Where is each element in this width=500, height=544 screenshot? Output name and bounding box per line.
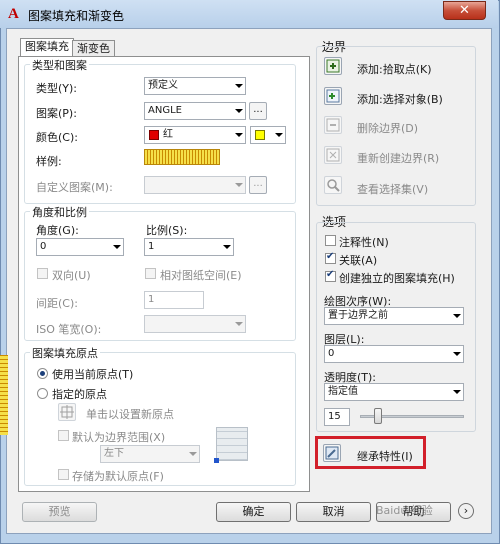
- double-checkbox[interactable]: [37, 268, 48, 279]
- set-origin-button[interactable]: [58, 403, 76, 421]
- recreate-boundary-icon: [326, 148, 340, 162]
- separate-hatch-checkbox[interactable]: [325, 269, 336, 282]
- chevron-down-icon: [113, 245, 121, 249]
- default-extent-label: 默认为边界范围(X): [72, 431, 166, 444]
- ok-button[interactable]: 确定: [216, 502, 291, 522]
- watermark: Baidu 经验: [376, 504, 433, 517]
- pattern-select[interactable]: ANGLE: [144, 102, 246, 120]
- pick-point-icon: [326, 59, 340, 73]
- cancel-button[interactable]: 取消: [296, 502, 371, 522]
- iso-pen-label: ISO 笔宽(O):: [36, 323, 102, 336]
- highlight-box: [315, 436, 426, 469]
- tab-gradient[interactable]: 渐变色: [72, 40, 115, 57]
- red-swatch-icon: [149, 130, 159, 140]
- type-label: 类型(Y):: [36, 82, 78, 95]
- chevron-down-icon: [223, 245, 231, 249]
- click-set-origin-label: 单击以设置新原点: [86, 408, 174, 421]
- iso-pen-select[interactable]: [144, 315, 246, 333]
- custom-pattern-label: 自定义图案(M):: [36, 181, 113, 194]
- magnifier-icon: [327, 179, 340, 192]
- crosshair-icon: [60, 405, 74, 419]
- annotative-checkbox[interactable]: [325, 235, 336, 246]
- type-select[interactable]: 预定义: [144, 77, 246, 95]
- pattern-label: 图案(P):: [36, 107, 77, 120]
- pattern-sample-swatch[interactable]: [144, 149, 220, 165]
- angle-select[interactable]: 0: [36, 238, 124, 256]
- specified-origin-radio[interactable]: [37, 388, 48, 399]
- use-current-origin-radio[interactable]: [37, 368, 48, 379]
- background-color-select[interactable]: [250, 126, 286, 144]
- recreate-boundary-label[interactable]: 重新创建边界(R): [357, 150, 439, 166]
- scale-select[interactable]: 1: [144, 238, 234, 256]
- custom-browse-button[interactable]: ...: [249, 176, 267, 194]
- background-hatch-strip: [0, 355, 8, 435]
- chevron-down-icon: [235, 322, 243, 326]
- scale-label: 比例(S):: [146, 224, 188, 237]
- type-pattern-title: 类型和图案: [30, 57, 89, 73]
- chevron-down-icon: [235, 133, 243, 137]
- angle-label: 角度(G):: [36, 224, 79, 237]
- select-objects-icon: [326, 89, 340, 103]
- color-label: 颜色(C):: [36, 131, 78, 144]
- default-extent-checkbox[interactable]: [58, 430, 69, 441]
- chevron-down-icon: [189, 452, 197, 456]
- chevron-down-icon: [453, 352, 461, 356]
- yellow-swatch-icon: [255, 130, 265, 140]
- store-default-label: 存储为默认原点(F): [72, 470, 164, 483]
- separate-hatch-label: 创建独立的图案填充(H): [339, 272, 455, 285]
- add-select-objects-label[interactable]: 添加:选择对象(B): [357, 91, 443, 107]
- chevron-down-icon: [235, 109, 243, 113]
- annotative-label: 注释性(N): [339, 236, 389, 249]
- title-bar[interactable]: A 图案填充和渐变色 ✕: [0, 0, 498, 28]
- remove-boundary-label[interactable]: 删除边界(D): [357, 120, 418, 136]
- transparency-value-input[interactable]: 15: [324, 408, 350, 426]
- view-selection-button[interactable]: [324, 176, 342, 194]
- pattern-browse-button[interactable]: ...: [249, 102, 267, 120]
- autocad-logo-icon: A: [8, 6, 19, 22]
- chevron-down-icon: [235, 84, 243, 88]
- transparency-select[interactable]: 指定值: [324, 383, 464, 401]
- relative-paper-label: 相对图纸空间(E): [160, 269, 242, 282]
- expand-more-options-button[interactable]: ›: [458, 503, 474, 519]
- sample-label: 样例:: [36, 155, 62, 168]
- chevron-down-icon: [235, 183, 243, 187]
- origin-marker-icon: [214, 458, 219, 463]
- color-select[interactable]: 红: [144, 126, 246, 144]
- chevron-down-icon: [275, 133, 283, 137]
- specified-origin-label: 指定的原点: [52, 388, 107, 401]
- relative-paper-checkbox[interactable]: [145, 268, 156, 279]
- view-selection-label[interactable]: 查看选择集(V): [357, 181, 428, 197]
- layer-select[interactable]: 0: [324, 345, 464, 363]
- origin-title: 图案填充原点: [30, 345, 100, 361]
- spacing-input[interactable]: 1: [144, 291, 204, 309]
- chevron-down-icon: [453, 390, 461, 394]
- remove-boundary-button[interactable]: [324, 116, 342, 134]
- draw-order-select[interactable]: 置于边界之前: [324, 307, 464, 325]
- close-button[interactable]: ✕: [443, 1, 486, 20]
- custom-pattern-select[interactable]: [144, 176, 246, 194]
- use-current-origin-label: 使用当前原点(T): [52, 368, 134, 381]
- add-pick-points-button[interactable]: [324, 57, 342, 75]
- spacing-label: 间距(C):: [36, 297, 78, 310]
- store-default-checkbox[interactable]: [58, 469, 69, 480]
- extent-position-select[interactable]: 左下: [100, 445, 200, 463]
- associative-label: 关联(A): [339, 254, 378, 267]
- double-label: 双向(U): [52, 269, 91, 282]
- angle-scale-title: 角度和比例: [30, 204, 89, 220]
- brick-preview-icon: [214, 427, 248, 463]
- recreate-boundary-button[interactable]: [324, 146, 342, 164]
- remove-boundary-icon: [326, 118, 340, 132]
- associative-checkbox[interactable]: [325, 251, 336, 264]
- tab-hatch[interactable]: 图案填充: [20, 38, 74, 57]
- preview-button[interactable]: 预览: [22, 502, 97, 522]
- add-select-objects-button[interactable]: [324, 87, 342, 105]
- transparency-slider-handle[interactable]: [374, 408, 382, 424]
- window-title: 图案填充和渐变色: [28, 9, 125, 23]
- chevron-down-icon: [453, 314, 461, 318]
- add-pick-points-label[interactable]: 添加:拾取点(K): [357, 61, 432, 77]
